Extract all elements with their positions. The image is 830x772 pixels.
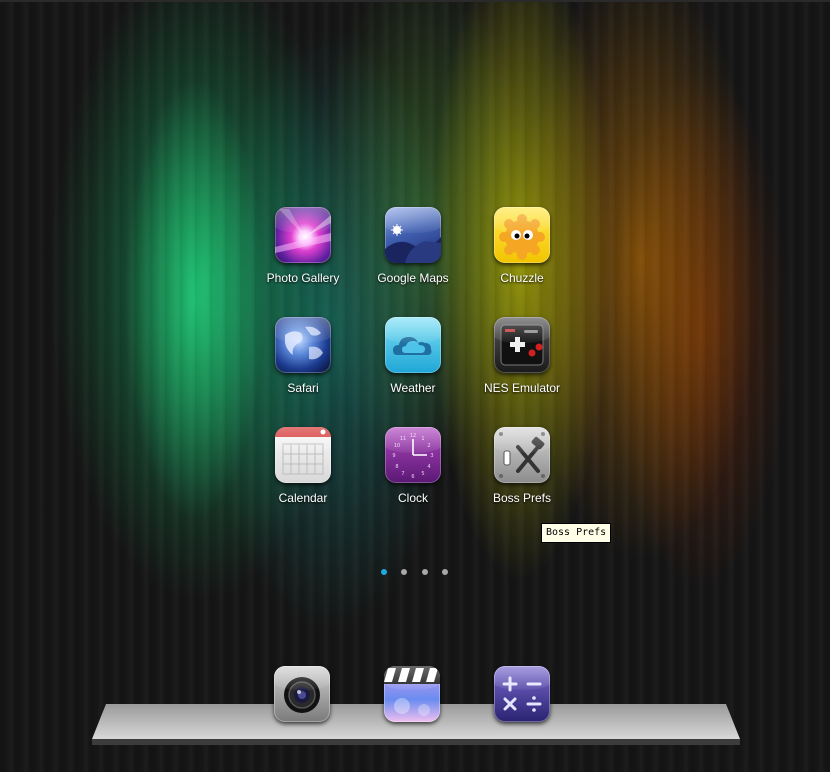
dock-app-camera[interactable]	[274, 666, 332, 724]
video-clapper-icon[interactable]	[384, 666, 440, 722]
weather-cloud-icon[interactable]	[385, 317, 441, 373]
page-dot-4[interactable]	[442, 569, 448, 575]
svg-text:10: 10	[394, 443, 400, 449]
calculator-icon[interactable]	[494, 666, 550, 722]
app-google-maps[interactable]: Google Maps	[358, 207, 468, 285]
page-dot-2[interactable]	[401, 569, 407, 575]
app-label: Chuzzle	[500, 271, 544, 285]
photo-gallery-icon[interactable]	[275, 207, 331, 263]
svg-text:9: 9	[392, 453, 395, 459]
safari-globe-icon[interactable]	[275, 317, 331, 373]
app-label: Calendar	[278, 491, 328, 505]
app-weather[interactable]: Weather	[358, 317, 468, 395]
app-label: Google Maps	[377, 271, 449, 285]
app-boss-prefs[interactable]: Boss Prefs	[467, 427, 577, 505]
page-indicator[interactable]	[376, 567, 456, 577]
app-safari[interactable]: Safari	[248, 317, 358, 395]
svg-text:1: 1	[421, 436, 424, 442]
camera-icon[interactable]	[274, 666, 330, 722]
svg-text:2: 2	[427, 443, 430, 449]
top-edge	[0, 0, 830, 2]
svg-text:6: 6	[411, 474, 414, 480]
svg-text:3: 3	[430, 453, 433, 459]
app-label: Safari	[287, 381, 319, 395]
dock-app-calculator[interactable]	[494, 666, 552, 724]
svg-text:8: 8	[395, 464, 398, 470]
page-dot-1[interactable]	[381, 569, 387, 575]
app-clock[interactable]: 12 3 69 12 45 78 10 11 Clock	[358, 427, 468, 505]
boss-prefs-tools-icon[interactable]	[494, 427, 550, 483]
google-maps-icon[interactable]	[385, 207, 441, 263]
app-label: Boss Prefs	[492, 491, 552, 505]
svg-text:11: 11	[400, 436, 406, 442]
calendar-icon[interactable]	[275, 427, 331, 483]
dock-app-video[interactable]	[384, 666, 442, 724]
app-photo-gallery[interactable]: Photo Gallery	[248, 207, 358, 285]
app-label: Weather	[390, 381, 436, 395]
app-calendar[interactable]: Calendar	[248, 427, 358, 505]
svg-text:5: 5	[421, 471, 424, 477]
app-label: NES Emulator	[483, 381, 561, 395]
svg-text:7: 7	[401, 471, 404, 477]
app-label: Clock	[397, 491, 428, 505]
app-chuzzle[interactable]: Chuzzle	[467, 207, 577, 285]
app-nes-emulator[interactable]: NES Emulator	[467, 317, 577, 395]
svg-text:4: 4	[427, 464, 430, 470]
nes-controller-icon[interactable]	[494, 317, 550, 373]
app-label: Photo Gallery	[266, 271, 340, 285]
chuzzle-icon[interactable]	[494, 207, 550, 263]
svg-text:12: 12	[410, 433, 416, 439]
page-dot-3[interactable]	[422, 569, 428, 575]
clock-icon[interactable]: 12 3 69 12 45 78 10 11	[385, 427, 441, 483]
tooltip: Boss Prefs	[541, 523, 612, 543]
